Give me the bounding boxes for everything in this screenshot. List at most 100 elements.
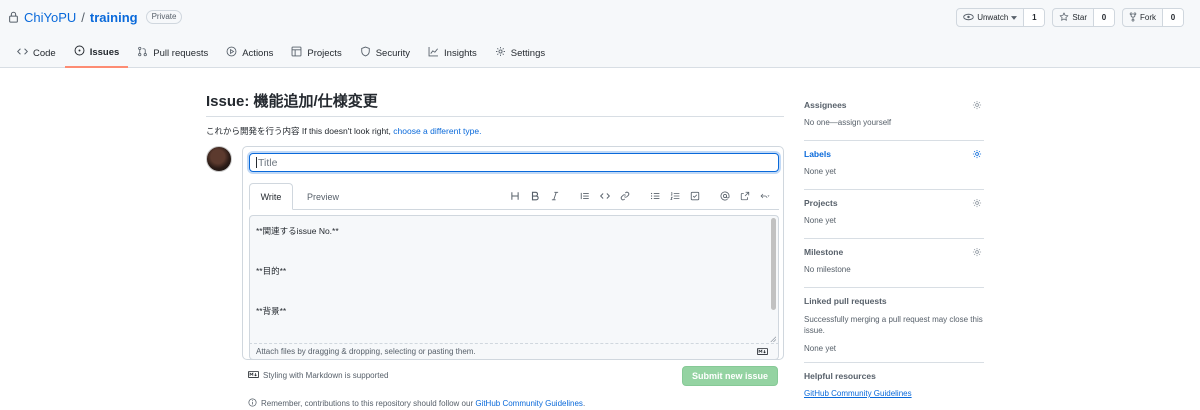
community-guidelines-link[interactable]: GitHub Community Guidelines xyxy=(475,399,583,408)
resize-handle-icon[interactable] xyxy=(769,334,777,343)
template-note: これから開発を行う内容 If this doesn't look right, … xyxy=(206,125,784,137)
sidebar-assignees[interactable]: Assignees No one—assign yourself xyxy=(804,92,984,141)
numbered-list-icon[interactable] xyxy=(665,189,685,203)
tab-projects-label: Projects xyxy=(307,47,342,59)
projects-heading: Projects xyxy=(804,198,838,208)
text-caret xyxy=(256,157,257,168)
repo-tabs: Code Issues Pull requests Actions Projec… xyxy=(8,40,554,68)
link-icon[interactable] xyxy=(615,189,635,203)
star-button-group: Star 0 xyxy=(1052,8,1115,27)
template-note-text: これから開発を行う内容 If this doesn't look right, xyxy=(206,126,394,136)
sidebar-helpful-resources: Helpful resources GitHub Community Guide… xyxy=(804,363,984,410)
lock-icon xyxy=(8,11,19,23)
issue-main: Issue: 機能追加/仕様変更 これから開発を行う内容 If this doe… xyxy=(206,90,784,137)
tab-actions-label: Actions xyxy=(242,47,274,59)
milestone-value: No milestone xyxy=(804,265,851,274)
assignees-heading: Assignees xyxy=(804,100,847,110)
repo-header: ChiYoPU / training Private Unwatch 1 Sta… xyxy=(0,0,1200,68)
table-icon xyxy=(291,46,302,60)
task-list-icon[interactable] xyxy=(685,189,705,203)
bulleted-list-icon[interactable] xyxy=(645,189,665,203)
mention-icon[interactable] xyxy=(715,189,735,203)
helpful-resources-heading: Helpful resources xyxy=(804,371,876,381)
repo-owner-link[interactable]: ChiYoPU xyxy=(24,10,76,25)
assignees-value[interactable]: No one—assign yourself xyxy=(804,118,984,127)
submit-new-issue-button[interactable]: Submit new issue xyxy=(682,366,778,386)
helpful-guidelines-link[interactable]: GitHub Community Guidelines xyxy=(804,389,984,398)
attach-files-text: Attach files by dragging & dropping, sel… xyxy=(256,347,476,356)
markdown-supported-text[interactable]: Styling with Markdown is supported xyxy=(263,371,388,380)
avatar[interactable] xyxy=(206,146,232,172)
title-placeholder: Title xyxy=(258,156,278,169)
code-icon[interactable] xyxy=(595,189,615,203)
watch-count[interactable]: 1 xyxy=(1024,9,1045,26)
watch-button-group: Unwatch 1 xyxy=(956,8,1046,27)
tab-insights-label: Insights xyxy=(444,47,477,59)
tab-settings-label: Settings xyxy=(510,47,546,59)
linked-prs-heading: Linked pull requests xyxy=(804,296,887,306)
star-count[interactable]: 0 xyxy=(1094,9,1114,26)
linked-prs-description: Successfully merging a pull request may … xyxy=(804,315,983,335)
tab-actions[interactable]: Actions xyxy=(217,40,282,66)
page-title: Issue: 機能追加/仕様変更 xyxy=(206,90,784,117)
tab-security-label: Security xyxy=(375,47,411,59)
code-icon xyxy=(17,46,28,60)
tab-projects[interactable]: Projects xyxy=(282,40,350,66)
attach-files-bar[interactable]: Attach files by dragging & dropping, sel… xyxy=(249,343,779,360)
repo-title: ChiYoPU / training Private xyxy=(8,9,183,25)
sidebar-labels[interactable]: Labels None yet xyxy=(804,141,984,190)
tab-code[interactable]: Code xyxy=(8,40,65,66)
reply-icon[interactable] xyxy=(755,189,775,203)
heading-icon[interactable] xyxy=(505,189,525,203)
sidebar-projects[interactable]: Projects None yet xyxy=(804,190,984,239)
choose-type-link[interactable]: choose a different type. xyxy=(393,126,481,136)
gear-icon[interactable] xyxy=(972,149,982,159)
repo-slash: / xyxy=(81,9,85,25)
title-input[interactable]: Title xyxy=(249,153,779,172)
tab-issues[interactable]: Issues xyxy=(64,40,129,68)
fork-button-group: Fork 0 xyxy=(1122,8,1184,27)
labels-heading: Labels xyxy=(804,149,831,159)
tab-settings[interactable]: Settings xyxy=(486,40,554,66)
tab-preview[interactable]: Preview xyxy=(301,183,345,210)
fork-button[interactable]: Fork xyxy=(1123,9,1163,26)
repo-name-link[interactable]: training xyxy=(90,10,138,25)
star-icon xyxy=(1059,12,1069,24)
fork-label: Fork xyxy=(1140,13,1156,22)
repo-actions: Unwatch 1 Star 0 Fork 0 xyxy=(956,8,1184,27)
remember-end: . xyxy=(582,399,586,408)
community-guidelines-note: Remember, contributions to this reposito… xyxy=(248,398,585,409)
tab-write[interactable]: Write xyxy=(249,183,293,210)
sidebar-milestone[interactable]: Milestone No milestone xyxy=(804,239,984,288)
italic-icon[interactable] xyxy=(545,189,565,203)
bold-icon[interactable] xyxy=(525,189,545,203)
milestone-heading: Milestone xyxy=(804,247,844,257)
textarea-scrollbar[interactable] xyxy=(771,218,776,310)
gear-icon[interactable] xyxy=(972,247,982,257)
fork-count[interactable]: 0 xyxy=(1163,9,1183,26)
unwatch-button[interactable]: Unwatch xyxy=(957,9,1025,26)
quote-icon[interactable] xyxy=(575,189,595,203)
tab-security[interactable]: Security xyxy=(351,40,419,66)
tab-pull-requests[interactable]: Pull requests xyxy=(128,40,217,66)
markdown-icon xyxy=(757,348,769,357)
labels-value: None yet xyxy=(804,167,837,176)
issue-sidebar: Assignees No one—assign yourself Labels … xyxy=(804,92,984,410)
eye-icon xyxy=(963,13,974,23)
issue-body-textarea[interactable]: **関連するissue No.** **目的** **背景** xyxy=(249,215,779,343)
sidebar-linked-pull-requests: Linked pull requests Successfully mergin… xyxy=(804,288,984,363)
tab-pull-requests-label: Pull requests xyxy=(153,47,209,59)
graph-icon xyxy=(428,46,439,60)
tab-insights[interactable]: Insights xyxy=(419,40,486,66)
star-button[interactable]: Star xyxy=(1053,9,1094,26)
cross-reference-icon[interactable] xyxy=(735,189,755,203)
gear-icon[interactable] xyxy=(972,198,982,208)
body-line: **目的** xyxy=(256,266,287,276)
tab-issues-label: Issues xyxy=(89,46,120,58)
body-line: **背景** xyxy=(256,306,287,316)
visibility-badge: Private xyxy=(145,10,183,24)
gear-icon[interactable] xyxy=(972,100,982,110)
remember-text: Remember, contributions to this reposito… xyxy=(261,399,476,408)
play-icon xyxy=(226,46,237,60)
markdown-icon xyxy=(248,371,260,380)
